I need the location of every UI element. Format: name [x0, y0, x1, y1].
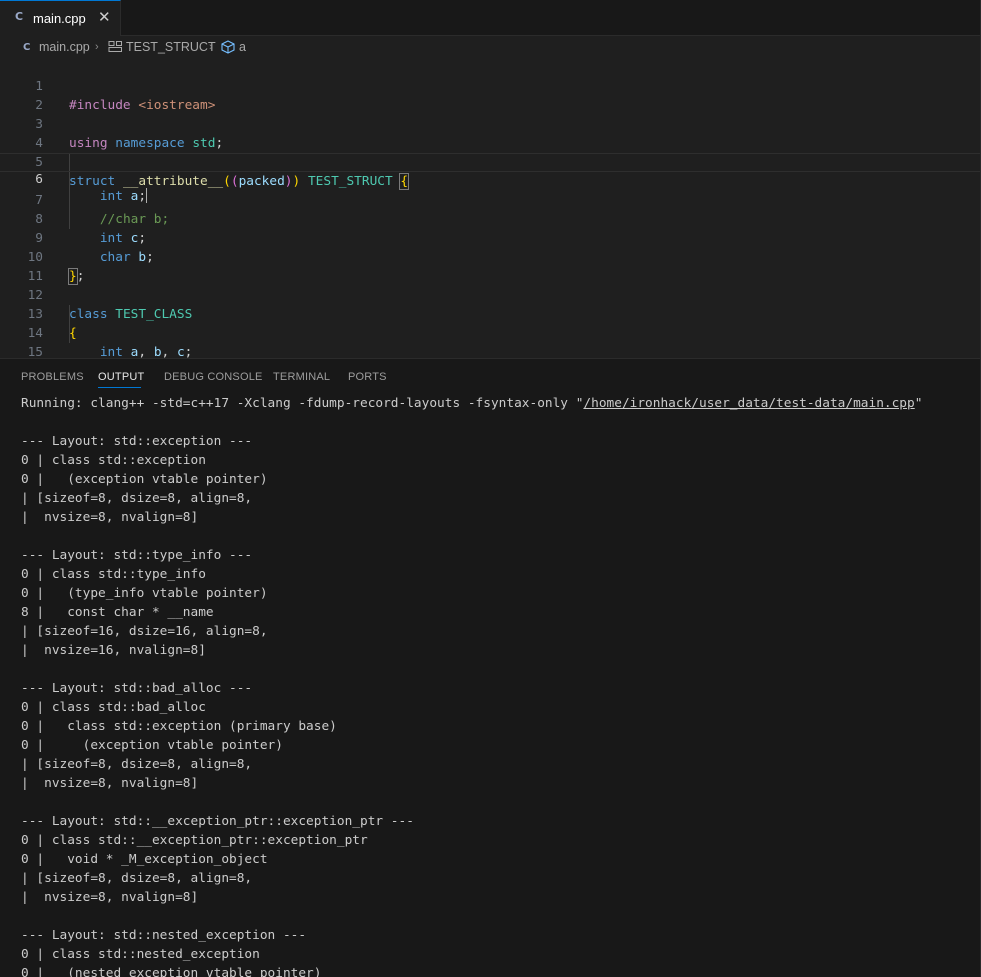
output-running-suffix: "	[914, 396, 923, 411]
tab-problems[interactable]: PROBLEMS	[21, 370, 84, 384]
code-line[interactable]: 3 using namespace std;	[0, 96, 980, 151]
output-line: 0 | (nested_exception vtable pointer)	[21, 966, 322, 977]
code-line[interactable]: 5 struct __attribute__((packed)) TEST_ST…	[0, 134, 980, 190]
output-line: --- Layout: std::__exception_ptr::except…	[21, 814, 414, 829]
tab-debug-console[interactable]: DEBUG CONSOLE	[164, 370, 263, 384]
breadcrumb-member[interactable]: a	[239, 40, 246, 54]
output-file-link[interactable]: /home/ironhack/user_data/test-data/main.…	[583, 396, 914, 411]
field-icon	[221, 40, 235, 54]
tab-main-cpp[interactable]: C main.cpp ✕	[0, 0, 121, 36]
output-line: --- Layout: std::bad_alloc ---	[21, 681, 253, 696]
output-line: 0 | class std::type_info	[21, 567, 206, 582]
cpp-file-icon: C	[23, 42, 31, 53]
close-icon[interactable]: ✕	[98, 9, 111, 27]
output-line: --- Layout: std::type_info ---	[21, 548, 253, 563]
code-line[interactable]: 2	[0, 77, 980, 113]
output-line: 0 | void * _M_exception_object	[21, 852, 268, 867]
breadcrumb: C main.cpp › TEST_STRUCT › a	[0, 36, 980, 58]
code-line[interactable]: 16 public:	[0, 343, 980, 358]
code-line[interactable]: 14 int a, b, c;	[0, 305, 980, 358]
output-running-line: Running: clang++ -std=c++17 -Xclang -fdu…	[21, 394, 976, 413]
vscode-window: C main.cpp ✕ C main.cpp › TEST_STRUCT › …	[0, 0, 981, 977]
code-line[interactable]: 10 };	[0, 229, 980, 285]
tab-ports[interactable]: PORTS	[348, 370, 387, 384]
output-line: 0 | class std::exception (primary base)	[21, 719, 337, 734]
chevron-right-icon: ›	[209, 41, 213, 53]
breadcrumb-struct[interactable]: TEST_STRUCT	[126, 40, 216, 54]
output-line: | [sizeof=8, dsize=8, align=8,	[21, 871, 253, 886]
output-log[interactable]: Running: clang++ -std=c++17 -Xclang -fdu…	[21, 394, 976, 977]
code-line[interactable]: 11	[0, 248, 980, 284]
chevron-right-icon: ›	[95, 41, 99, 53]
breadcrumb-file[interactable]: main.cpp	[39, 40, 90, 54]
output-line: 0 | (exception vtable pointer)	[21, 472, 268, 487]
output-line: 0 | (exception vtable pointer)	[21, 738, 283, 753]
tab-label: main.cpp	[33, 11, 86, 26]
code-line[interactable]: 7 //char b;	[0, 172, 980, 227]
output-line: 0 | class std::bad_alloc	[21, 700, 206, 715]
tab-output[interactable]: OUTPUT	[98, 370, 144, 384]
struct-icon	[108, 40, 123, 53]
code-line-current[interactable]: 6 int a;	[0, 153, 980, 204]
output-line: | [sizeof=16, dsize=16, align=8,	[21, 624, 268, 639]
active-tab-indicator	[98, 387, 141, 388]
output-running-prefix: Running: clang++ -std=c++17 -Xclang -fdu…	[21, 396, 584, 411]
output-line: 0 | class std::nested_exception	[21, 947, 260, 962]
output-line: | nvsize=8, nvalign=8]	[21, 890, 199, 905]
output-line: 8 | const char * __name	[21, 605, 214, 620]
output-line: 0 | (type_info vtable pointer)	[21, 586, 268, 601]
output-line: | nvsize=16, nvalign=8]	[21, 643, 206, 658]
code-line[interactable]: 4	[0, 115, 980, 151]
output-line: | nvsize=8, nvalign=8]	[21, 510, 199, 525]
code-line[interactable]: 1 #include <iostream>	[0, 58, 980, 113]
bottom-panel: PROBLEMS OUTPUT DEBUG CONSOLE TERMINAL P…	[0, 358, 980, 977]
code-line[interactable]: 9 char b;	[0, 210, 980, 265]
output-line: | nvsize=8, nvalign=8]	[21, 776, 199, 791]
output-line: --- Layout: std::exception ---	[21, 434, 253, 449]
output-line: | [sizeof=8, dsize=8, align=8,	[21, 491, 253, 506]
tab-terminal[interactable]: TERMINAL	[273, 370, 330, 384]
editor-tab-bar: C main.cpp ✕	[0, 0, 980, 36]
cpp-file-icon: C	[15, 10, 24, 23]
code-line[interactable]: 13 {	[0, 286, 980, 341]
code-editor[interactable]: 1 #include <iostream> 2 3 using namespac…	[0, 58, 980, 358]
code-line[interactable]: 8 int c;	[0, 191, 980, 246]
output-line: 0 | class std::exception	[21, 453, 206, 468]
output-line: --- Layout: std::nested_exception ---	[21, 928, 307, 943]
code-line[interactable]: 12 class TEST_CLASS	[0, 267, 980, 322]
output-line: | [sizeof=8, dsize=8, align=8,	[21, 757, 253, 772]
output-line: 0 | class std::__exception_ptr::exceptio…	[21, 833, 368, 848]
code-line[interactable]: 15 TEST_STRUCT m_obj;	[0, 324, 980, 358]
